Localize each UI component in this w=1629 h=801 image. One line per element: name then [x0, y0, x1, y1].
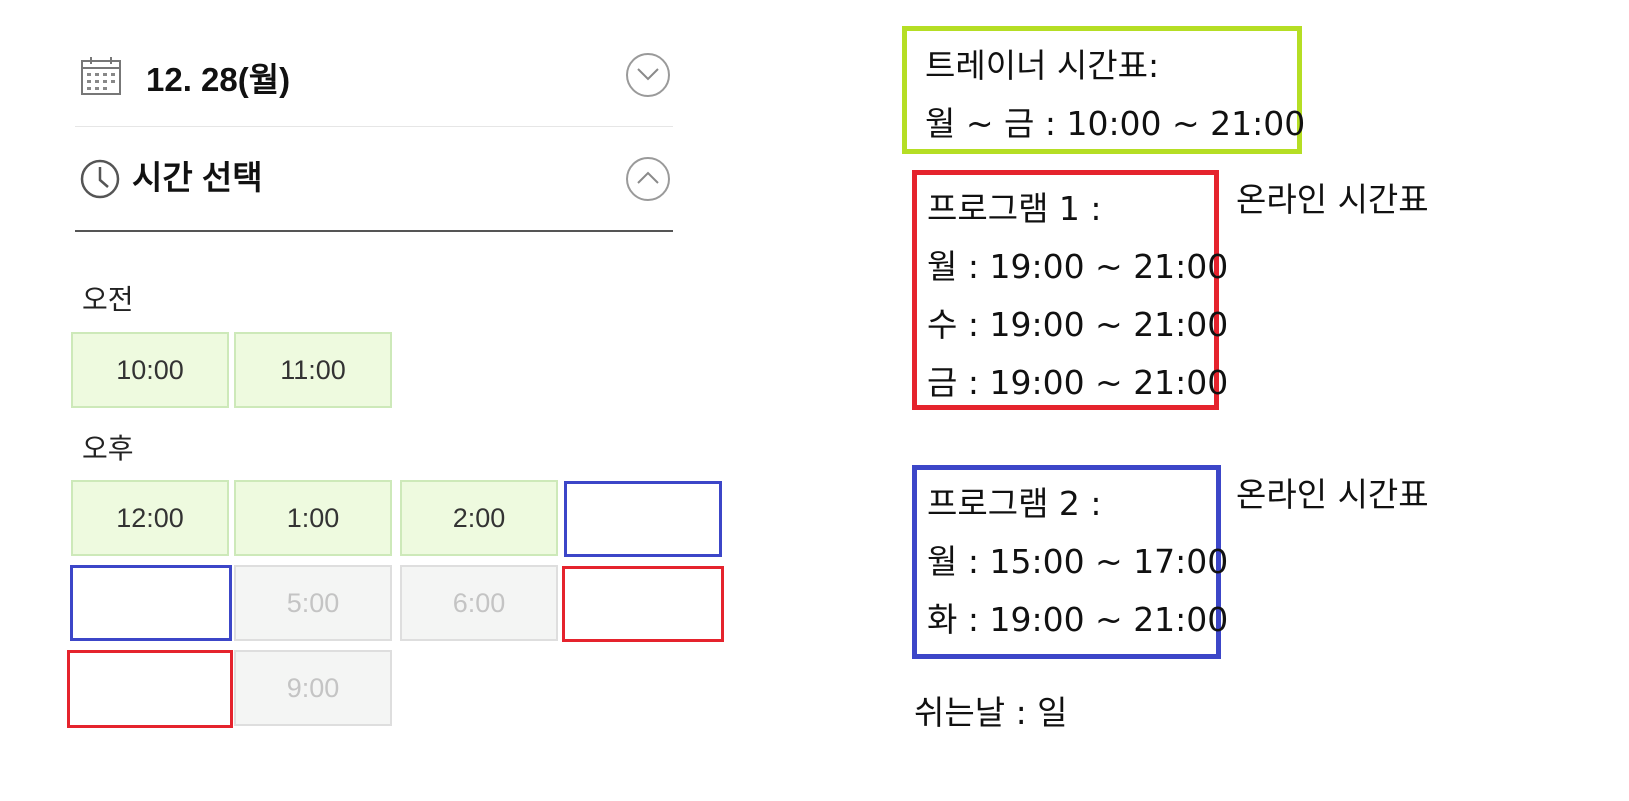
- morning-label: 오전: [82, 283, 134, 316]
- time-slot-1-00[interactable]: 1:00: [234, 480, 392, 556]
- trainer-schedule-box: 트레이너 시간표: 월 ~ 금 : 10:00 ~ 21:00: [902, 26, 1306, 154]
- program2-line: 화 : 19:00 ~ 21:00: [927, 600, 1229, 639]
- time-slot-marked-red[interactable]: [562, 566, 724, 642]
- time-slot-marked-red[interactable]: [67, 650, 233, 728]
- program1-line: 수 : 19:00 ~ 21:00: [927, 305, 1229, 344]
- time-slot-5-00: 5:00: [234, 565, 392, 641]
- time-slot-11-00[interactable]: 11:00: [234, 332, 392, 408]
- date-toggle-button[interactable]: [626, 53, 670, 97]
- time-slot-12-00[interactable]: 12:00: [71, 480, 229, 556]
- day-off-note: 쉬는날 : 일: [914, 693, 1068, 732]
- time-slot-marked-blue[interactable]: [564, 481, 722, 557]
- chevron-down-icon: [636, 66, 660, 85]
- program1-line: 월 : 19:00 ~ 21:00: [927, 247, 1229, 286]
- divider: [75, 230, 673, 232]
- program2-box: 프로그램 2 : 월 : 15:00 ~ 17:00 화 : 19:00 ~ 2…: [912, 465, 1228, 659]
- selected-date: 12. 28(월): [146, 61, 291, 98]
- program1-box: 프로그램 1 : 월 : 19:00 ~ 21:00 수 : 19:00 ~ 2…: [912, 170, 1228, 410]
- time-slot-10-00[interactable]: 10:00: [71, 332, 229, 408]
- chevron-up-icon: [636, 170, 660, 189]
- program1-online-note: 온라인 시간표: [1236, 180, 1429, 219]
- time-toggle-button[interactable]: [626, 157, 670, 201]
- program2-title: 프로그램 2 :: [927, 484, 1102, 523]
- time-slot-9-00: 9:00: [234, 650, 392, 726]
- program1-line: 금 : 19:00 ~ 21:00: [927, 363, 1229, 402]
- time-slot-2-00[interactable]: 2:00: [400, 480, 558, 556]
- program1-title: 프로그램 1 :: [927, 189, 1102, 228]
- trainer-schedule-title: 트레이너 시간표:: [925, 46, 1160, 85]
- divider: [75, 126, 673, 127]
- program2-line: 월 : 15:00 ~ 17:00: [927, 542, 1229, 581]
- program2-online-note: 온라인 시간표: [1236, 475, 1429, 514]
- afternoon-label: 오후: [82, 432, 134, 465]
- trainer-schedule-hours: 월 ~ 금 : 10:00 ~ 21:00: [925, 104, 1306, 143]
- time-select-title: 시간 선택: [132, 159, 263, 196]
- calendar-icon: [79, 55, 123, 97]
- clock-icon: [79, 158, 121, 200]
- time-slot-6-00: 6:00: [400, 565, 558, 641]
- time-slot-marked-blue[interactable]: [70, 565, 232, 641]
